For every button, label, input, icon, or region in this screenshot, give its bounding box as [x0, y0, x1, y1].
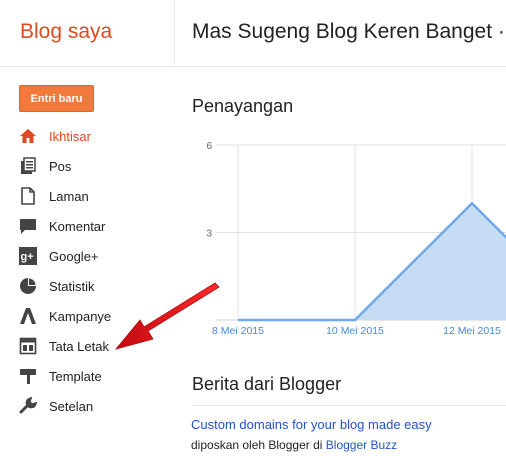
sidebar-item-template[interactable]: Template: [19, 365, 102, 387]
x-tick-label: 12 Mei 2015: [443, 325, 501, 337]
brand-title[interactable]: Blog saya: [20, 20, 112, 44]
news-source-link[interactable]: Blogger Buzz: [326, 438, 397, 452]
page-icon: [19, 187, 37, 205]
sidebar-item-label: Setelan: [49, 398, 94, 414]
y-tick-label: 3: [206, 229, 212, 240]
sidebar-item-campaigns[interactable]: Kampanye: [19, 305, 111, 327]
news-title: Berita dari Blogger: [192, 374, 342, 394]
sidebar-item-google-plus[interactable]: g+ Google+: [19, 245, 99, 267]
adwords-icon: [19, 307, 37, 325]
svg-text:g+: g+: [21, 251, 34, 263]
sidebar-item-label: Ikhtisar: [49, 128, 91, 144]
y-tick-label: 6: [206, 141, 212, 152]
pageviews-title: Penayangan: [192, 96, 294, 116]
template-icon: [19, 367, 37, 385]
pageviews-chart-svg: 638 Mei 201510 Mei 201512 Mei 201514: [206, 141, 506, 337]
sidebar-item-label: Google+: [49, 248, 99, 264]
home-icon: [19, 127, 37, 145]
sidebar-item-pages[interactable]: Laman: [19, 185, 89, 207]
sidebar-item-layout[interactable]: Tata Letak: [19, 335, 109, 357]
sidebar-item-label: Statistik: [49, 278, 95, 294]
sidebar-item-label: Template: [49, 368, 102, 384]
sidebar-item-label: Kampanye: [49, 308, 112, 324]
header-divider: [174, 0, 175, 66]
pageviews-chart: 638 Mei 201510 Mei 201512 Mei 201514: [192, 138, 506, 340]
news-byline-text: diposkan oleh Blogger di: [191, 438, 323, 452]
wrench-icon: [19, 397, 37, 415]
header: Blog saya Mas Sugeng Blog Keren Banget ·: [0, 0, 506, 66]
layout-icon: [19, 337, 37, 355]
news-divider: [192, 405, 506, 406]
google-plus-icon: g+: [19, 247, 37, 265]
news-link[interactable]: Custom domains for your blog made easy: [191, 417, 432, 432]
pie-chart-icon: [19, 277, 37, 295]
comment-icon: [19, 217, 37, 235]
news-byline: diposkan oleh Blogger di Blogger Buzz: [191, 438, 397, 452]
header-bottom-border: [0, 66, 506, 67]
blog-title[interactable]: Mas Sugeng Blog Keren Banget ·: [192, 20, 505, 44]
sidebar-item-label: Laman: [49, 188, 89, 204]
posts-icon: [19, 157, 37, 175]
sidebar-item-label: Pos: [49, 158, 72, 174]
sidebar-item-label: Komentar: [49, 218, 106, 234]
sidebar-item-comments[interactable]: Komentar: [19, 215, 105, 237]
sidebar-item-posts[interactable]: Pos: [19, 155, 71, 177]
x-tick-label: 8 Mei 2015: [212, 325, 264, 337]
new-post-button[interactable]: Entri baru: [19, 85, 94, 112]
x-tick-label: 10 Mei 2015: [326, 325, 384, 337]
sidebar-item-overview[interactable]: Ikhtisar: [19, 125, 91, 147]
sidebar-item-settings[interactable]: Setelan: [19, 395, 93, 417]
sidebar-item-label: Tata Letak: [49, 338, 109, 354]
sidebar-item-stats[interactable]: Statistik: [19, 275, 95, 297]
